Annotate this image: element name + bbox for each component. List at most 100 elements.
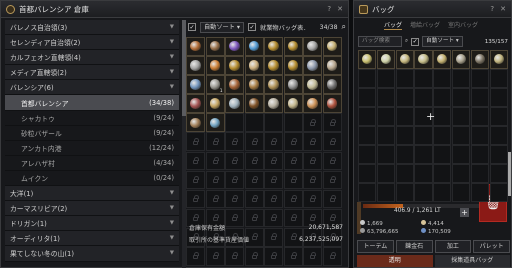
region-subitem[interactable]: 首都バレンシア (34/38) [5,95,179,111]
storage-item-slot[interactable] [205,94,225,113]
storage-item-slot[interactable] [283,56,303,75]
storage-item-slot[interactable] [283,75,303,94]
bag-search-icon[interactable]: ⌕ [405,38,408,45]
storage-empty-slot[interactable] [225,113,244,132]
storage-empty-slot[interactable] [283,113,303,132]
help-icon[interactable]: ? [490,5,494,13]
bag-item-slot[interactable] [470,50,490,69]
region-subitem[interactable]: ムイクン (0/24) [5,170,179,187]
bag-empty-slot[interactable] [358,126,377,145]
storage-item-slot[interactable] [322,37,342,56]
storage-item-slot[interactable] [264,37,283,56]
bag-empty-slot[interactable] [395,126,414,145]
processing-button[interactable]: 加工 [434,240,472,253]
bag-empty-slot[interactable] [470,164,490,183]
bag-empty-slot[interactable] [395,88,414,107]
bag-empty-slot[interactable] [451,126,471,145]
bag-empty-slot[interactable] [489,126,508,145]
bag-empty-slot[interactable] [470,69,490,88]
region-subitem[interactable]: シャカトゥ (9/24) [5,110,179,126]
bag-empty-slot[interactable] [414,183,433,202]
bag-empty-slot[interactable] [433,88,452,107]
storage-item-slot[interactable] [244,56,264,75]
bag-empty-slot[interactable] [489,183,508,202]
bag-scrollbar[interactable] [508,152,511,196]
bag-empty-slot[interactable] [414,164,433,183]
bag-empty-slot[interactable] [414,69,433,88]
filter-checkbox[interactable]: ✓ [248,23,257,31]
storage-item-slot[interactable] [303,37,322,56]
storage-item-slot[interactable] [264,75,283,94]
bag-auto-sort-dropdown[interactable]: 自動ソート ▾ [422,36,463,47]
region-subitem[interactable]: アレハザ村 (4/34) [5,155,179,171]
auto-sort-dropdown[interactable]: 自動ソート ▾ [200,21,245,33]
bag-empty-slot[interactable] [451,145,471,164]
bag-empty-slot[interactable] [395,183,414,202]
region-group[interactable]: ドリガン(1) ▼ [5,216,179,232]
bag-search-input[interactable]: バッグ検索 [358,36,402,47]
region-group[interactable]: カーマスリビア(2) ▼ [5,201,179,217]
bag-empty-slot[interactable] [414,88,433,107]
bag-empty-slot[interactable] [395,107,414,126]
bag-empty-slot[interactable] [376,126,396,145]
bag-empty-slot[interactable] [489,88,508,107]
storage-item-slot[interactable] [225,56,244,75]
close-icon[interactable]: ✕ [500,5,506,13]
bag-item-slot[interactable] [414,50,433,69]
storage-title-bar[interactable]: 首都バレンシア 倉庫 ? ✕ [1,1,348,18]
bag-empty-slot[interactable] [433,183,452,202]
tab-transparent[interactable]: 透明 [357,255,433,267]
bag-empty-slot[interactable] [358,69,377,88]
expand-weight-button[interactable]: + [460,208,469,217]
storage-item-slot[interactable] [186,56,205,75]
storage-item-slot[interactable] [322,75,342,94]
bag-empty-slot[interactable] [470,145,490,164]
bag-empty-slot[interactable] [376,88,396,107]
storage-item-slot[interactable] [205,37,225,56]
bag-title-bar[interactable]: バッグ ? ✕ [354,1,511,18]
bag-empty-slot[interactable] [451,183,471,202]
region-group[interactable]: 果てしない冬の山(1) ▼ [5,246,179,262]
alchemy-stone-button[interactable]: 錬金石 [395,240,433,253]
bag-empty-slot[interactable] [358,88,377,107]
region-group[interactable]: セレンディア自治領(2) ▼ [5,35,179,51]
storage-item-slot[interactable] [225,94,244,113]
storage-item-slot[interactable] [322,56,342,75]
bag-empty-slot[interactable] [376,145,396,164]
region-subitem[interactable]: 砂粒バザール (9/24) [5,125,179,141]
storage-item-slot[interactable]: 1 [205,75,225,94]
bag-auto-sort-checkbox[interactable]: ✓ [411,37,420,46]
bag-empty-slot[interactable] [358,145,377,164]
storage-item-slot[interactable] [303,56,322,75]
bag-empty-slot[interactable] [489,164,508,183]
bag-empty-slot[interactable] [376,164,396,183]
storage-item-slot[interactable] [186,37,205,56]
region-group[interactable]: カルフェオン直轄領(4) ▼ [5,50,179,66]
region-group[interactable]: バレノス自治領(3) ▼ [5,20,179,36]
storage-item-slot[interactable] [322,94,342,113]
storage-item-slot[interactable] [186,75,205,94]
bag-item-slot[interactable] [376,50,396,69]
bag-empty-slot[interactable] [414,145,433,164]
bag-empty-slot[interactable] [451,88,471,107]
bag-item-slot[interactable] [433,50,452,69]
bag-item-slot[interactable] [451,50,471,69]
storage-item-slot[interactable] [186,94,205,113]
storage-empty-slot[interactable] [244,113,264,132]
pallet-button[interactable]: パレット [473,240,510,253]
storage-item-slot[interactable] [244,94,264,113]
storage-item-slot[interactable] [244,37,264,56]
bag-empty-slot[interactable] [470,183,490,202]
bag-empty-slot[interactable] [489,145,508,164]
bag-empty-slot[interactable] [433,164,452,183]
bag-empty-slot[interactable] [470,88,490,107]
storage-item-slot[interactable] [283,37,303,56]
tab-extra-bag[interactable]: 増給バッグ [410,20,440,30]
region-group[interactable]: メディア直轄領(2) ▼ [5,65,179,81]
storage-item-slot[interactable] [264,94,283,113]
bag-empty-slot[interactable] [395,145,414,164]
storage-empty-slot[interactable] [264,113,283,132]
expand-bag-icon[interactable]: + [426,110,435,123]
bag-empty-slot[interactable] [395,69,414,88]
bag-empty-slot[interactable] [358,183,377,202]
